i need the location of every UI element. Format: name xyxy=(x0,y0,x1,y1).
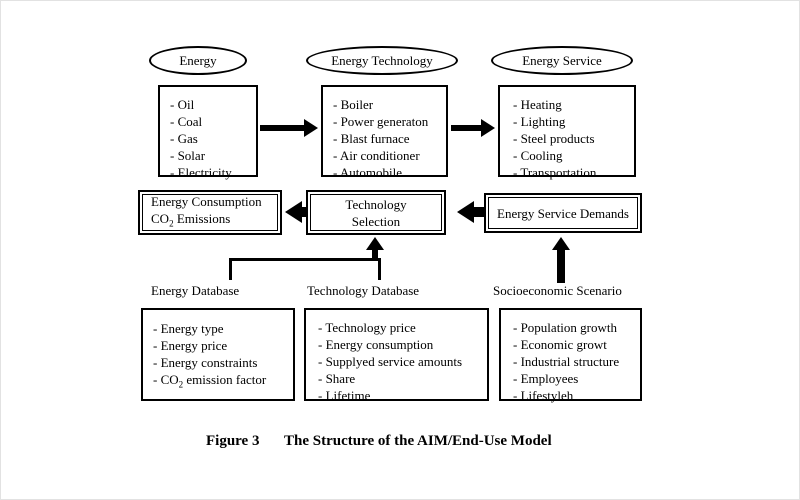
figure-canvas: Energy Energy Technology Energy Service … xyxy=(0,0,800,500)
list-item: - Industrial structure xyxy=(513,354,620,369)
list-item: - Electricity xyxy=(170,165,232,180)
list-item: - Power generaton xyxy=(333,114,429,129)
box-technology-selection: Technology Selection xyxy=(306,190,446,235)
energy-service-demands-line1: Energy Service Demands xyxy=(497,205,629,221)
list-item: - Automobile xyxy=(333,165,402,180)
box-energy-service-demands: Energy Service Demands xyxy=(484,193,642,233)
database-bracket-right-leg xyxy=(378,258,381,280)
list-item: - Solar xyxy=(170,148,206,163)
list-item: - Supplyed service amounts xyxy=(318,354,463,369)
list-item: - Energy constraints xyxy=(153,355,258,370)
arrow-scenario-to-demands-shaft xyxy=(557,249,565,283)
list-item: - Gas xyxy=(170,131,198,146)
figure-caption-number: Figure 3 xyxy=(206,433,260,449)
arrow-database-to-selection-head xyxy=(366,237,384,250)
list-item: - Employees xyxy=(513,371,579,386)
technology-selection-line1: Technology xyxy=(345,196,407,212)
co2-suffix: Emissions xyxy=(173,210,231,226)
list-item: - Steel products xyxy=(513,131,595,146)
box-energy-service-items: - Heating - Lighting - Steel products - … xyxy=(498,85,636,180)
list-item: - Energy type xyxy=(153,321,224,336)
ellipse-energy: Energy xyxy=(149,46,247,75)
energy-consumption-line2: CO2 Emissions xyxy=(151,210,277,233)
box-socioeconomic-scenario-items: - Population growth - Economic growt - I… xyxy=(499,308,642,403)
co2-prefix: CO xyxy=(151,210,170,226)
list-item: - Boiler xyxy=(333,97,374,112)
list-item: - Energy consumption xyxy=(318,337,434,352)
box-technology-database-items: - Technology price - Energy consumption … xyxy=(304,308,489,403)
database-bracket-horizontal xyxy=(229,258,381,261)
arrow-selection-to-consumption-shaft xyxy=(298,207,308,217)
ellipse-energy-technology-label: Energy Technology xyxy=(331,53,433,68)
box-energy-consumption: Energy Consumption CO2 Emissions xyxy=(138,190,282,235)
list-item: - Lifetime xyxy=(318,388,371,403)
label-energy-database: Energy Database xyxy=(151,283,240,298)
list-item: - Lifestyleh xyxy=(513,388,574,403)
list-item: - Blast furnace xyxy=(333,131,410,146)
list-item: - Transportation xyxy=(513,165,597,180)
label-socioeconomic-scenario: Socioeconomic Scenario xyxy=(493,283,622,298)
co2-suffix: emission factor xyxy=(183,372,267,387)
list-item: - Coal xyxy=(170,114,203,129)
list-item: - CO2 emission factor xyxy=(153,371,293,394)
arrow-demands-to-selection-shaft xyxy=(470,207,484,217)
list-item: - Heating xyxy=(513,97,562,112)
database-bracket-left-leg xyxy=(229,258,232,280)
energy-consumption-line1: Energy Consumption xyxy=(151,193,262,209)
list-item: - Oil xyxy=(170,97,195,112)
list-item: - Economic growt xyxy=(513,337,607,352)
label-technology-database: Technology Database xyxy=(307,283,420,298)
box-energy-technology-items: - Boiler - Power generaton - Blast furna… xyxy=(321,85,448,180)
ellipse-energy-service: Energy Service xyxy=(491,46,633,75)
box-energy-database-items: - Energy type - Energy price - Energy co… xyxy=(141,308,295,401)
list-item: - Air conditioner xyxy=(333,148,420,163)
list-item: - Cooling xyxy=(513,148,563,163)
box-energy-items: - Oil - Coal - Gas - Solar - Electricity xyxy=(158,85,258,180)
arrow-scenario-to-demands-head xyxy=(552,237,570,250)
ellipse-energy-service-label: Energy Service xyxy=(522,53,602,68)
ellipse-energy-technology: Energy Technology xyxy=(306,46,458,75)
list-item: - Population growth xyxy=(513,320,617,335)
arrow-energy-to-technology-head xyxy=(304,119,318,137)
technology-selection-line2: Selection xyxy=(351,213,401,229)
arrow-technology-to-service-shaft xyxy=(451,125,485,131)
figure-caption-title: The Structure of the AIM/End-Use Model xyxy=(284,433,552,449)
list-item: - Share xyxy=(318,371,356,386)
ellipse-energy-label: Energy xyxy=(179,53,217,68)
list-item: - Technology price xyxy=(318,320,416,335)
arrow-technology-to-service-head xyxy=(481,119,495,137)
co2-prefix: - CO xyxy=(153,372,179,387)
list-item: - Energy price xyxy=(153,338,228,353)
arrow-energy-to-technology-shaft xyxy=(260,125,308,131)
list-item: - Lighting xyxy=(513,114,566,129)
